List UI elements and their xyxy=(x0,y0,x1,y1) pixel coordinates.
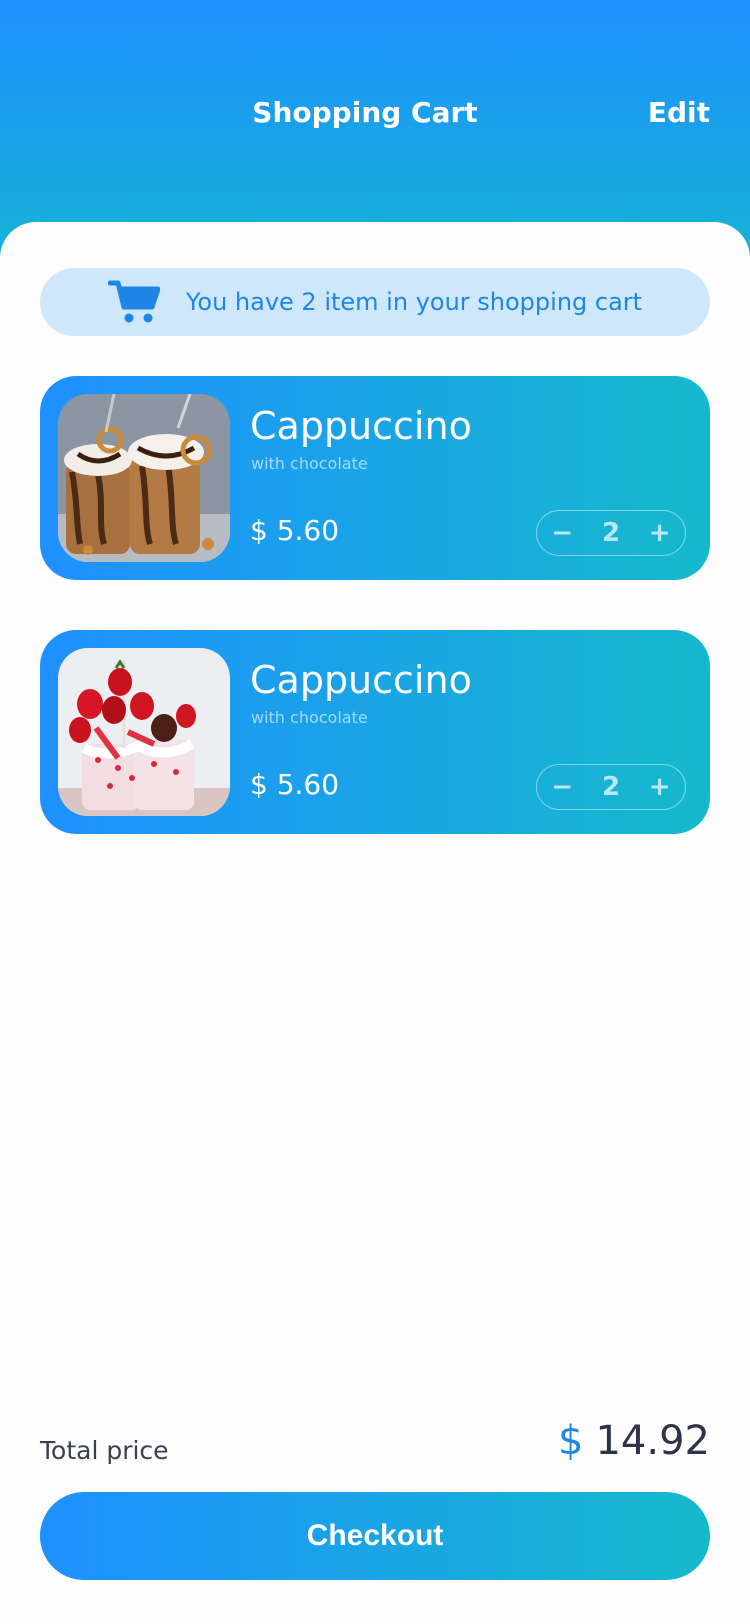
total-amount: 14.92 xyxy=(595,1418,710,1464)
item-subtitle: with chocolate xyxy=(251,454,368,473)
total-price-value: $14.92 xyxy=(558,1418,710,1464)
banner-text: You have 2 item in your shopping cart xyxy=(185,288,643,316)
cart-icon xyxy=(107,280,160,323)
item-price: $ 5.60 xyxy=(250,768,340,801)
increment-button[interactable]: + xyxy=(649,518,671,548)
checkout-button[interactable]: Checkout xyxy=(40,1492,710,1580)
increment-button[interactable]: + xyxy=(649,772,671,802)
item-name: Cappuccino xyxy=(250,404,472,448)
total-price-label: Total price xyxy=(40,1436,169,1465)
item-subtitle: with chocolate xyxy=(251,708,368,727)
strawberry-milkshake-photo xyxy=(58,648,230,816)
currency-symbol: $ xyxy=(558,1418,584,1464)
quantity-value: 2 xyxy=(601,772,621,802)
page-title: Shopping Cart xyxy=(252,96,478,129)
quantity-stepper: − 2 + xyxy=(536,764,686,810)
item-name: Cappuccino xyxy=(250,658,472,702)
quantity-value: 2 xyxy=(601,518,621,548)
cart-item[interactable]: Cappuccino with chocolate $ 5.60 − 2 + xyxy=(40,376,710,580)
item-price: $ 5.60 xyxy=(250,514,340,547)
cart-count-banner: You have 2 item in your shopping cart xyxy=(40,268,710,336)
chocolate-milkshake-photo xyxy=(58,394,230,562)
cart-item[interactable]: Cappuccino with chocolate $ 5.60 − 2 + xyxy=(40,630,710,834)
decrement-button[interactable]: − xyxy=(551,772,573,802)
quantity-stepper: − 2 + xyxy=(536,510,686,556)
decrement-button[interactable]: − xyxy=(551,518,573,548)
cart-screen: Shopping Cart Edit You have 2 item in yo… xyxy=(0,0,750,1624)
edit-button[interactable]: Edit xyxy=(648,96,710,129)
